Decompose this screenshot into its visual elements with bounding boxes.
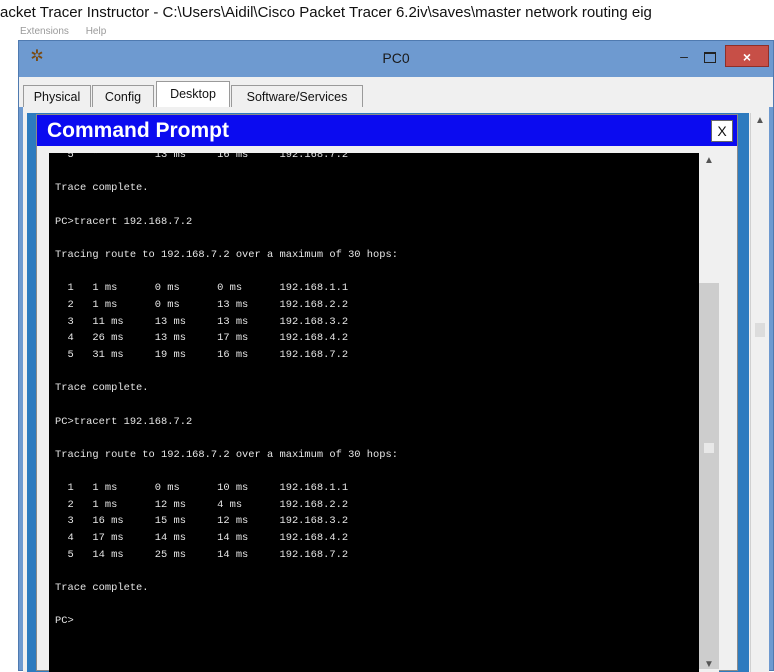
console-line: 1 1 ms 0 ms 0 ms 192.168.1.1 — [55, 282, 349, 295]
console-line: 5 31 ms 19 ms 16 ms 192.168.7.2 — [55, 348, 349, 361]
scroll-down-icon[interactable]: ▼ — [699, 659, 719, 670]
maximize-button[interactable] — [697, 49, 723, 67]
tab-software-services[interactable]: Software/Services — [231, 85, 363, 107]
command-prompt-titlebar[interactable]: Command Prompt X — [37, 115, 737, 146]
maximize-icon — [704, 52, 716, 63]
scroll-up-icon[interactable]: ▲ — [751, 115, 769, 126]
menu-item-help[interactable]: Help — [86, 26, 107, 37]
tab-bar: Physical Config Desktop Software/Service… — [19, 77, 773, 108]
window-title: PC0 — [382, 50, 410, 66]
console-line: PC>tracert 192.168.7.2 — [55, 415, 193, 428]
console-output[interactable]: 5 * 13 ms 16 ms 192.168.7.2 Trace comple… — [49, 153, 699, 672]
scrollbar-thumb[interactable] — [755, 323, 765, 337]
console-line: 2 1 ms 0 ms 13 ms 192.168.2.2 — [55, 298, 349, 311]
console-line: PC>tracert 192.168.7.2 — [55, 215, 193, 228]
console-line: 2 1 ms 12 ms 4 ms 192.168.2.2 — [55, 498, 349, 511]
console-line: 4 26 ms 13 ms 17 ms 192.168.4.2 — [55, 332, 349, 345]
console-line: Tracing route to 192.168.7.2 over a maxi… — [55, 248, 398, 261]
app-menu-bar: Extensions Help — [20, 26, 120, 37]
console-line: 3 11 ms 13 ms 13 ms 192.168.3.2 — [55, 315, 349, 328]
console-line: Trace complete. — [55, 182, 149, 195]
minimize-button[interactable]: – — [671, 49, 697, 67]
menu-item-extensions[interactable]: Extensions — [20, 26, 69, 37]
console-line: 4 17 ms 14 ms 14 ms 192.168.4.2 — [55, 532, 349, 545]
tab-config[interactable]: Config — [92, 85, 154, 107]
console-line: Trace complete. — [55, 582, 149, 595]
console-line: PC> — [55, 615, 74, 628]
desktop-scrollbar[interactable]: ▲ — [750, 113, 769, 672]
scrollbar-thumb[interactable] — [699, 283, 719, 669]
console-line: Tracing route to 192.168.7.2 over a maxi… — [55, 448, 398, 461]
scrollbar-grip — [704, 443, 714, 453]
tab-desktop[interactable]: Desktop — [156, 81, 230, 108]
tab-physical[interactable]: Physical — [23, 85, 91, 107]
console-line: 5 * 13 ms 16 ms 192.168.7.2 — [55, 153, 349, 161]
console-line: 3 16 ms 15 ms 12 ms 192.168.3.2 — [55, 515, 349, 528]
app-title-text: acket Tracer Instructor - C:\Users\Aidil… — [0, 4, 652, 21]
console-scrollbar[interactable]: ▲ ▼ — [699, 153, 719, 672]
command-prompt-close-button[interactable]: X — [711, 120, 733, 142]
window-titlebar[interactable]: ✲ PC0 – × — [19, 41, 773, 75]
close-button[interactable]: × — [725, 45, 769, 67]
console-text: 5 * 13 ms 16 ms 192.168.7.2 Trace comple… — [55, 153, 398, 630]
scroll-up-icon[interactable]: ▲ — [699, 155, 719, 166]
console-line: 1 1 ms 0 ms 10 ms 192.168.1.1 — [55, 482, 349, 495]
command-prompt-title: Command Prompt — [47, 119, 230, 142]
console-line: 5 14 ms 25 ms 14 ms 192.168.7.2 — [55, 548, 349, 561]
command-prompt-window: Command Prompt X 5 * 13 ms 16 ms 192.168… — [36, 114, 738, 672]
console-line: Trace complete. — [55, 382, 149, 395]
